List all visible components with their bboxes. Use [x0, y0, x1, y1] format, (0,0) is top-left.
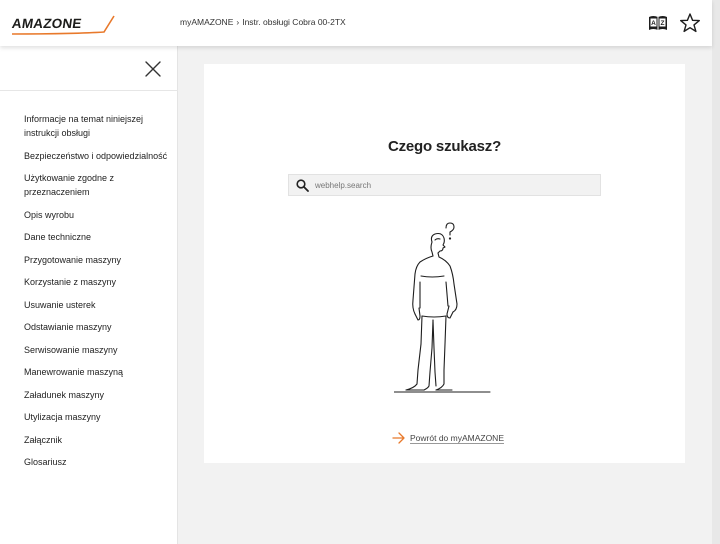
search-panel: Czego szukasz? webhelp.search Powrót do … — [204, 64, 685, 463]
search-box[interactable] — [288, 174, 601, 196]
close-icon[interactable] — [144, 60, 162, 78]
sidebar-item-instructions-info[interactable]: Informacje na temat niniejszej instrukcj… — [24, 112, 174, 140]
sidebar-item-servicing[interactable]: Serwisowanie maszyny — [24, 343, 174, 357]
sidebar-nav: Informacje na temat niniejszej instrukcj… — [24, 112, 174, 478]
back-link-label: Powrót do myAMAZONE — [410, 433, 504, 444]
search-input[interactable] — [315, 177, 595, 193]
thinking-person-question-icon — [393, 220, 504, 396]
sidebar-item-machine-preparation[interactable]: Przygotowanie maszyny — [24, 253, 174, 267]
sidebar-item-parking[interactable]: Odstawianie maszyny — [24, 320, 174, 334]
arrow-right-icon — [392, 432, 405, 444]
amazone-logo[interactable]: AMAZONE — [10, 12, 118, 38]
sidebar-item-product-description[interactable]: Opis wyrobu — [24, 208, 174, 222]
sidebar-item-machine-use[interactable]: Korzystanie z maszyny — [24, 275, 174, 289]
sidebar-item-glossary[interactable]: Glosariusz — [24, 455, 174, 469]
sidebar-item-intended-use[interactable]: Użytkowanie zgodne z przeznaczeniem — [24, 171, 174, 199]
sidebar-item-troubleshooting[interactable]: Usuwanie usterek — [24, 298, 174, 312]
sidebar: Informacje na temat niniejszej instrukcj… — [0, 46, 178, 544]
glossary-book-icon[interactable]: A Z — [647, 12, 669, 34]
sidebar-item-maneuvering[interactable]: Manewrowanie maszyną — [24, 365, 174, 379]
breadcrumb: myAMAZONE › Instr. obsługi Cobra 00-2TX — [180, 17, 346, 27]
svg-text:A: A — [651, 20, 656, 27]
logo-text: AMAZONE — [10, 16, 83, 31]
sidebar-item-appendix[interactable]: Załącznik — [24, 433, 174, 447]
star-icon[interactable] — [679, 12, 701, 34]
search-icon — [296, 179, 309, 192]
page-title: Czego szukasz? — [387, 138, 502, 155]
breadcrumb-current: Instr. obsługi Cobra 00-2TX — [242, 17, 346, 27]
sidebar-item-loading[interactable]: Załadunek maszyny — [24, 388, 174, 402]
page-scrollbar[interactable] — [712, 0, 720, 544]
top-header: AMAZONE myAMAZONE › Instr. obsługi Cobra 0… — [0, 0, 712, 46]
svg-text:Z: Z — [661, 20, 665, 27]
breadcrumb-separator: › — [236, 17, 240, 27]
sidebar-divider — [0, 90, 178, 91]
sidebar-item-technical-data[interactable]: Dane techniczne — [24, 230, 174, 244]
breadcrumb-home-link[interactable]: myAMAZONE — [180, 17, 233, 27]
sidebar-item-safety[interactable]: Bezpieczeństwo i odpowiedzialność — [24, 149, 174, 163]
sidebar-item-disposal[interactable]: Utylizacja maszyny — [24, 410, 174, 424]
